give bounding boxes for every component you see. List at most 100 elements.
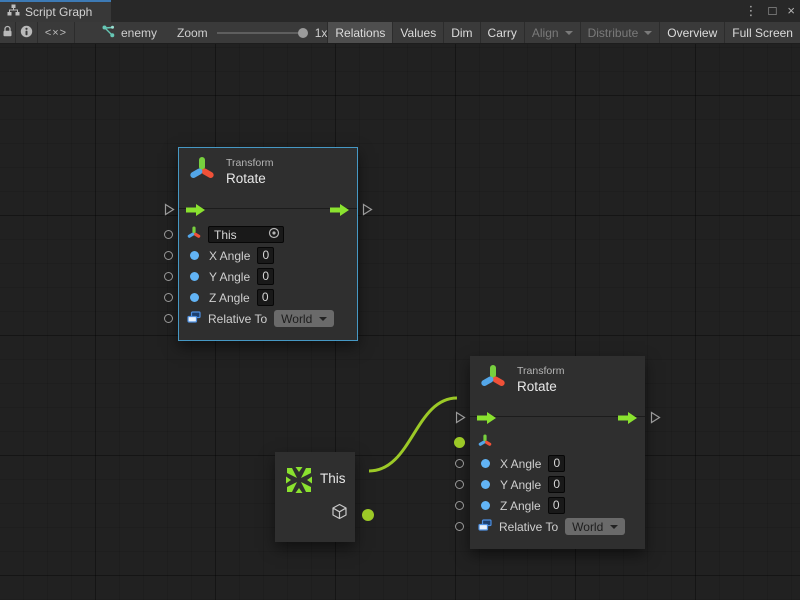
graph-toolbar: <×> enemy Zoom 1x Relations Values Dim C… [0, 22, 800, 44]
z-angle-input[interactable]: 0 [257, 289, 274, 306]
control-input-port[interactable] [455, 411, 466, 429]
control-output-port[interactable] [650, 411, 661, 429]
transform-mini-icon [187, 225, 201, 244]
graph-hierarchy-icon [7, 3, 20, 21]
node-category: Transform [517, 365, 564, 377]
y-angle-input-port[interactable] [455, 480, 464, 489]
overview-button[interactable]: Overview [659, 22, 724, 43]
transform-icon [189, 155, 215, 188]
flow-out-arrow-icon[interactable] [618, 411, 638, 429]
caret-down-icon [319, 317, 327, 321]
tab-title: Script Graph [25, 5, 92, 19]
transform-icon [480, 363, 506, 396]
z-angle-input-port[interactable] [455, 501, 464, 510]
lock-button[interactable] [0, 22, 16, 43]
info-icon [20, 25, 33, 41]
z-angle-input-port[interactable] [164, 293, 173, 302]
port-row-relative-to: Relative To World [179, 308, 357, 329]
flow-in-arrow-icon[interactable] [477, 411, 497, 429]
port-row-target: This [179, 224, 357, 245]
x-angle-input-port[interactable] [455, 459, 464, 468]
y-angle-input-port[interactable] [164, 272, 173, 281]
x-angle-input-port[interactable] [164, 251, 173, 260]
y-angle-input[interactable]: 0 [257, 268, 274, 285]
enum-icon [187, 311, 201, 327]
zoom-label: Zoom [177, 26, 208, 40]
relations-button[interactable]: Relations [327, 22, 392, 43]
carry-button[interactable]: Carry [480, 22, 524, 43]
x-angle-input[interactable]: 0 [548, 455, 565, 472]
enum-icon [478, 519, 492, 535]
value-port-dot [190, 293, 199, 302]
window-menu-icon[interactable]: ⋮ [745, 0, 758, 22]
relative-to-input-port[interactable] [455, 522, 464, 531]
flow-in-arrow-icon[interactable] [186, 203, 206, 221]
transform-mini-icon [478, 433, 492, 452]
relative-to-dropdown[interactable]: World [565, 518, 625, 535]
lock-icon [2, 25, 13, 40]
info-button[interactable] [16, 22, 38, 43]
dim-button[interactable]: Dim [443, 22, 479, 43]
flow-row [470, 402, 645, 432]
relative-to-input-port[interactable] [164, 314, 173, 323]
y-angle-input[interactable]: 0 [548, 476, 565, 493]
values-button[interactable]: Values [392, 22, 443, 43]
zoom-control: Zoom 1x [177, 22, 327, 43]
graph-canvas[interactable]: Transform Rotate This [0, 44, 800, 600]
zoom-slider[interactable] [217, 32, 303, 34]
value-port-dot [481, 459, 490, 468]
node-header: Transform Rotate [470, 356, 645, 402]
node-transform-rotate-bottom[interactable]: Transform Rotate X An [470, 356, 645, 549]
node-transform-rotate-top[interactable]: Transform Rotate This [178, 147, 358, 341]
node-header: Transform Rotate [179, 148, 357, 194]
graph-selector[interactable]: enemy [75, 22, 177, 43]
target-input-port[interactable] [164, 230, 173, 239]
tab-script-graph[interactable]: Script Graph [0, 0, 111, 22]
node-title: Rotate [517, 379, 564, 394]
caret-down-icon [565, 31, 573, 35]
window-controls: ⋮ □ × [745, 0, 795, 22]
value-port-dot [481, 501, 490, 510]
flow-out-arrow-icon[interactable] [330, 203, 350, 221]
caret-down-icon [644, 31, 652, 35]
cube-output-icon [331, 503, 348, 525]
relative-to-dropdown[interactable]: World [274, 310, 334, 327]
window-tab-bar: Script Graph ⋮ □ × [0, 0, 800, 22]
object-picker-icon[interactable] [268, 227, 280, 242]
zoom-slider-handle[interactable] [298, 28, 308, 38]
value-port-dot [190, 272, 199, 281]
caret-down-icon [610, 525, 618, 529]
port-row-y-angle: Y Angle 0 [470, 474, 645, 495]
self-output-port-connected[interactable] [362, 509, 374, 521]
node-title: Rotate [226, 171, 273, 186]
x-angle-input[interactable]: 0 [257, 247, 274, 264]
port-row-y-angle: Y Angle 0 [179, 266, 357, 287]
fullscreen-button[interactable]: Full Screen [724, 22, 800, 43]
port-row-x-angle: X Angle 0 [470, 453, 645, 474]
node-category: Transform [226, 157, 273, 169]
control-input-port[interactable] [164, 203, 175, 221]
self-node-title: This [320, 471, 346, 486]
port-row-target-connected [470, 432, 645, 453]
port-row-z-angle: Z Angle 0 [470, 495, 645, 516]
self-converge-icon [284, 465, 314, 500]
align-button[interactable]: Align [524, 22, 580, 43]
port-row-x-angle: X Angle 0 [179, 245, 357, 266]
connection-wire[interactable] [0, 44, 800, 600]
code-icon: <×> [45, 27, 67, 39]
port-row-relative-to: Relative To World [470, 516, 645, 537]
value-port-dot [481, 480, 490, 489]
flow-row [179, 194, 357, 224]
z-angle-input[interactable]: 0 [548, 497, 565, 514]
node-self-this[interactable]: This [275, 452, 355, 542]
zoom-value: 1x [315, 26, 328, 40]
port-row-z-angle: Z Angle 0 [179, 287, 357, 308]
distribute-button[interactable]: Distribute [580, 22, 660, 43]
preview-code-button[interactable]: <×> [38, 22, 75, 43]
target-object-field[interactable]: This [208, 226, 284, 243]
graph-name-label: enemy [121, 26, 157, 40]
target-input-port-connected[interactable] [454, 437, 465, 448]
window-maximize-icon[interactable]: □ [769, 0, 777, 22]
control-output-port[interactable] [362, 203, 373, 221]
window-close-icon[interactable]: × [787, 0, 795, 22]
